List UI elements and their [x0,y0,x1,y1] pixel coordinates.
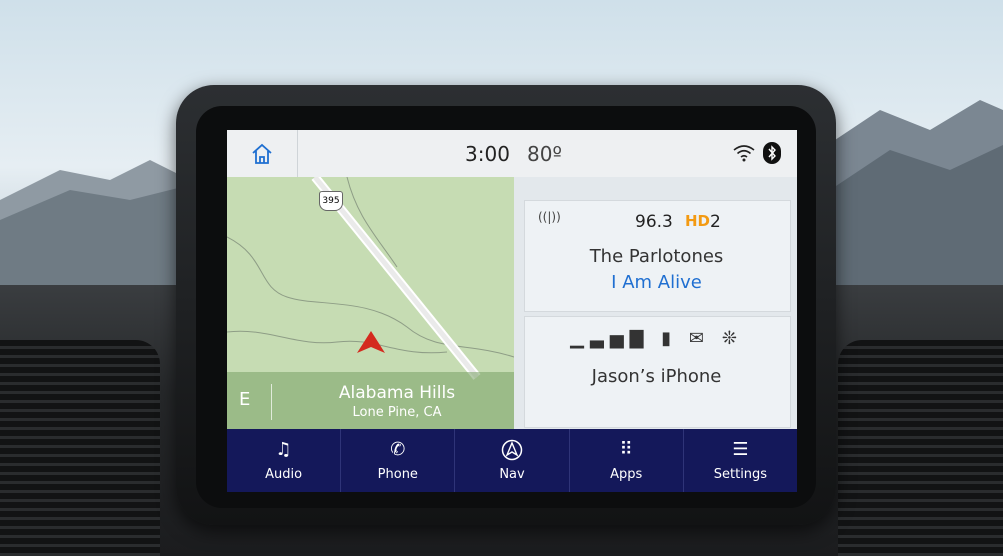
nav-apps[interactable]: ⠿ Apps [570,429,684,492]
home-icon [252,143,272,164]
nav-label: Nav [499,467,525,482]
nav-audio[interactable]: ♫ Audio [227,429,342,492]
divider [271,384,272,420]
infotainment-screen: 3:00 80º 395 E Alabama Hills Lone Pine, … [227,130,797,492]
compass-heading: E [239,389,251,410]
mail-icon: ✉ [688,328,710,349]
left-air-vent [0,340,160,556]
nav-label: Audio [265,467,303,482]
nav-label: Phone [377,467,418,482]
wifi-icon [733,145,755,162]
hd-channel: 2 [710,212,721,232]
clock: 3:00 [465,142,510,166]
battery-icon: ▮ [661,328,678,349]
nav-nav[interactable]: Nav [455,429,570,492]
connected-phone-name: Jason’s iPhone [591,366,722,387]
location-city: Lone Pine, CA [352,405,442,420]
home-button[interactable] [227,130,298,177]
apps-grid-icon: ⠿ [619,439,633,460]
song-title: I Am Alive [611,272,702,293]
voice-icon: ❊ [721,328,743,349]
nav-label: Settings [713,467,768,482]
nav-phone[interactable]: ✆ Phone [341,429,456,492]
route-shield: 395 [319,191,343,211]
nav-settings[interactable]: ☰ Settings [684,429,797,492]
navigation-map[interactable]: 395 E Alabama Hills Lone Pine, CA [227,177,514,429]
bluetooth-icon [763,142,781,164]
artist-name: The Parlotones [589,246,724,267]
location-name: Alabama Hills [338,383,456,403]
navigation-icon [501,439,523,461]
signal-icon: ▁▃▅▇ [570,328,650,349]
outside-temperature: 80º [527,142,562,166]
bottom-navigation: ♫ Audio ✆ Phone Nav ⠿ Apps ☰ Settings [227,429,797,492]
vehicle-arrow-icon [357,331,385,353]
status-bar: 3:00 80º [227,130,797,178]
settings-sliders-icon: ☰ [732,439,749,460]
music-note-icon: ♫ [275,439,292,460]
phone-icon: ✆ [390,439,406,460]
radio-antenna-icon: ((|)) [538,210,561,224]
phone-status-icons: ▁▃▅▇ ▮ ✉ ❊ [524,328,789,349]
right-air-vent [838,340,1003,556]
radio-frequency: 96.3 [635,212,673,232]
hd-radio-icon: HD [685,212,711,230]
nav-label: Apps [610,467,643,482]
